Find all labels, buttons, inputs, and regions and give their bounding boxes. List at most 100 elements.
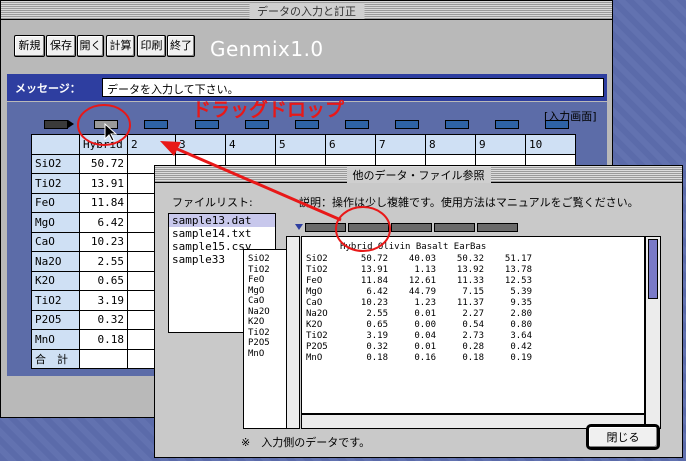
row-handle[interactable] — [44, 120, 68, 129]
column-header[interactable]: 2 — [127, 134, 176, 155]
file-reference-window: 他のデータ・ファイル参照 ファイルリスト: sample13.dat sampl… — [154, 165, 683, 458]
data-cell: 50.32 — [456, 254, 484, 264]
total-label: 合 計 — [31, 348, 80, 369]
data-cell: 0.42 — [510, 342, 532, 352]
row-label: P2O5 — [306, 342, 328, 352]
column-handle[interactable] — [434, 223, 475, 232]
data-cell: 0.04 — [414, 331, 436, 341]
column-handle[interactable] — [305, 223, 346, 232]
new-button[interactable]: 新規 — [14, 35, 45, 57]
column-handle[interactable] — [348, 223, 389, 232]
data-cell[interactable]: 0.18 — [79, 329, 128, 350]
data-cell[interactable]: 10.23 — [79, 231, 128, 252]
data-cell[interactable]: 50.72 — [79, 153, 128, 174]
data-cell: 5.39 — [510, 287, 532, 297]
row-label: SiO2 — [31, 153, 80, 174]
data-cell: 0.28 — [462, 342, 484, 352]
play-arrow-icon — [68, 120, 74, 128]
row-label: MgO — [306, 287, 323, 297]
column-header[interactable]: 8 — [425, 134, 476, 155]
row-label: MnO — [306, 353, 323, 363]
column-handle-hybrid[interactable] — [94, 120, 118, 129]
column-header[interactable]: 10 — [525, 134, 576, 155]
column-header[interactable]: 9 — [475, 134, 526, 155]
data-cell: 2.27 — [462, 309, 484, 319]
data-cell[interactable]: 0.32 — [79, 309, 128, 330]
sub-title-bar[interactable]: 他のデータ・ファイル参照 — [155, 166, 682, 183]
row-label: FeO — [306, 276, 323, 286]
row-label: TiO2 — [31, 173, 80, 194]
scroll-thumb[interactable] — [648, 239, 658, 299]
data-cell: 44.79 — [408, 287, 436, 297]
data-cell: 11.33 — [456, 276, 484, 286]
column-handle-4[interactable] — [245, 120, 269, 129]
data-cell[interactable]: 11.84 — [79, 192, 128, 213]
column-handle-6[interactable] — [345, 120, 369, 129]
print-button[interactable]: 印刷 — [137, 35, 166, 57]
column-header[interactable]: 7 — [375, 134, 426, 155]
column-header[interactable]: 3 — [175, 134, 226, 155]
data-header: Hybrid Olivin Basalt EarBas — [340, 242, 487, 252]
data-cell[interactable]: 6.42 — [79, 212, 128, 233]
list-item: CaO — [248, 296, 265, 306]
list-item: FeO — [248, 275, 265, 285]
open-button[interactable]: 開く — [77, 35, 104, 57]
row-label: SiO2 — [306, 254, 328, 264]
column-handle[interactable] — [391, 223, 432, 232]
column-handle-5[interactable] — [295, 120, 319, 129]
column-handle-10[interactable] — [545, 120, 569, 129]
close-button[interactable]: 閉じる — [588, 426, 658, 448]
data-cell: 1.23 — [414, 298, 436, 308]
list-item: MnO — [248, 348, 265, 359]
column-handle[interactable] — [477, 223, 518, 232]
column-header[interactable]: 5 — [275, 134, 326, 155]
note-text: ※ 入力側のデータです。 — [241, 436, 371, 449]
list-item: TiO2 — [248, 327, 270, 338]
data-cell: 11.84 — [360, 276, 388, 286]
data-row: FeO 11.84 12.61 11.33 12.53 — [306, 276, 532, 287]
data-cell: 0.19 — [510, 353, 532, 363]
data-cell[interactable]: 13.91 — [79, 173, 128, 194]
data-cell: 0.01 — [414, 309, 436, 319]
file-item[interactable]: sample13.dat — [169, 214, 275, 227]
quit-button[interactable]: 終了 — [167, 35, 195, 57]
data-cell: 2.55 — [366, 309, 388, 319]
data-cell: 9.35 — [510, 298, 532, 308]
list-item: K2O — [248, 317, 265, 327]
data-cell: 1.13 — [414, 265, 436, 275]
data-row: SiO2 50.72 40.03 50.32 51.17 — [306, 254, 532, 265]
data-row: Na2O 2.55 0.01 2.27 2.80 — [306, 309, 532, 320]
calculate-button[interactable]: 計算 — [106, 35, 135, 57]
column-header[interactable]: 4 — [225, 134, 276, 155]
data-cell: 0.16 — [414, 353, 436, 363]
data-cell: 13.92 — [456, 265, 484, 275]
description-text: 説明：操作は少し複雑です。使用方法はマニュアルをご覧ください。 — [299, 196, 639, 209]
triangle-down-icon[interactable] — [295, 224, 303, 230]
data-cell: 10.23 — [360, 298, 388, 308]
main-title-bar[interactable]: データの入力と訂正 — [1, 1, 612, 20]
list-item: P2O5 — [248, 338, 270, 348]
data-cell[interactable]: 2.55 — [79, 251, 128, 272]
row-label: Na2O — [31, 251, 80, 272]
data-cell: 11.37 — [456, 298, 484, 308]
data-cell[interactable]: 0.65 — [79, 270, 128, 291]
column-handle-2[interactable] — [144, 120, 168, 129]
vertical-scrollbar[interactable] — [645, 236, 661, 429]
column-handle-8[interactable] — [445, 120, 469, 129]
message-field[interactable]: データを入力して下さい。 — [102, 78, 604, 97]
data-cell: 12.61 — [408, 276, 436, 286]
list-item: TiO2 — [248, 264, 270, 275]
column-handle-3[interactable] — [195, 120, 219, 129]
message-label: メッセージ： — [15, 82, 81, 95]
data-row: TiO2 3.19 0.04 2.73 3.64 — [306, 331, 532, 342]
save-button[interactable]: 保存 — [46, 35, 76, 57]
column-header[interactable]: 6 — [325, 134, 376, 155]
column-header[interactable]: Hybrid — [79, 134, 128, 155]
file-item[interactable]: sample14.txt — [169, 227, 275, 240]
column-handle-9[interactable] — [495, 120, 519, 129]
data-cell[interactable]: 3.19 — [79, 290, 128, 311]
column-handle-7[interactable] — [395, 120, 419, 129]
left-scrollbar[interactable] — [286, 236, 300, 429]
data-row: K2O 0.65 0.00 0.54 0.80 — [306, 320, 532, 331]
sub-window-title: 他のデータ・ファイル参照 — [346, 167, 491, 183]
